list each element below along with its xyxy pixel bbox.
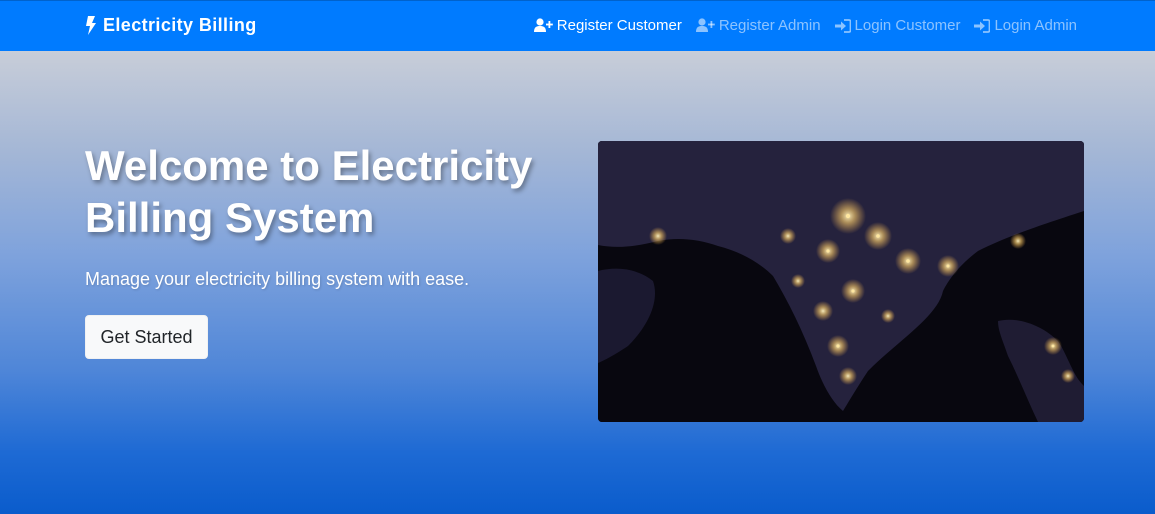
india-night-lights-map <box>598 141 1084 422</box>
nav-register-admin[interactable]: Register Admin <box>695 17 821 34</box>
hero-subtitle: Manage your electricity billing system w… <box>85 269 470 289</box>
nav-login-customer-label: Login Customer <box>854 17 961 34</box>
sign-in-icon <box>974 18 991 33</box>
nav-links: Register Customer Register Admin Login C… <box>520 17 1077 34</box>
brand-link[interactable]: Electricity Billing <box>85 15 257 36</box>
nav-login-admin-label: Login Admin <box>994 17 1077 34</box>
sign-in-icon <box>834 18 851 33</box>
bolt-icon <box>86 16 96 35</box>
nav-register-admin-label: Register Admin <box>718 17 821 34</box>
nav-register-customer[interactable]: Register Customer <box>533 17 682 34</box>
user-plus-icon <box>533 18 553 32</box>
nav-login-customer[interactable]: Login Customer <box>834 17 961 34</box>
get-started-button[interactable]: Get Started <box>85 315 208 359</box>
navbar: Electricity Billing Register Customer Re… <box>0 0 1155 51</box>
nav-login-admin[interactable]: Login Admin <box>974 17 1077 34</box>
hero-title: Welcome to Electricity Billing System <box>85 142 533 241</box>
hero-image <box>598 141 1084 422</box>
user-plus-icon <box>695 18 715 32</box>
brand-label: Electricity Billing <box>103 15 257 35</box>
nav-register-customer-label: Register Customer <box>556 17 682 34</box>
